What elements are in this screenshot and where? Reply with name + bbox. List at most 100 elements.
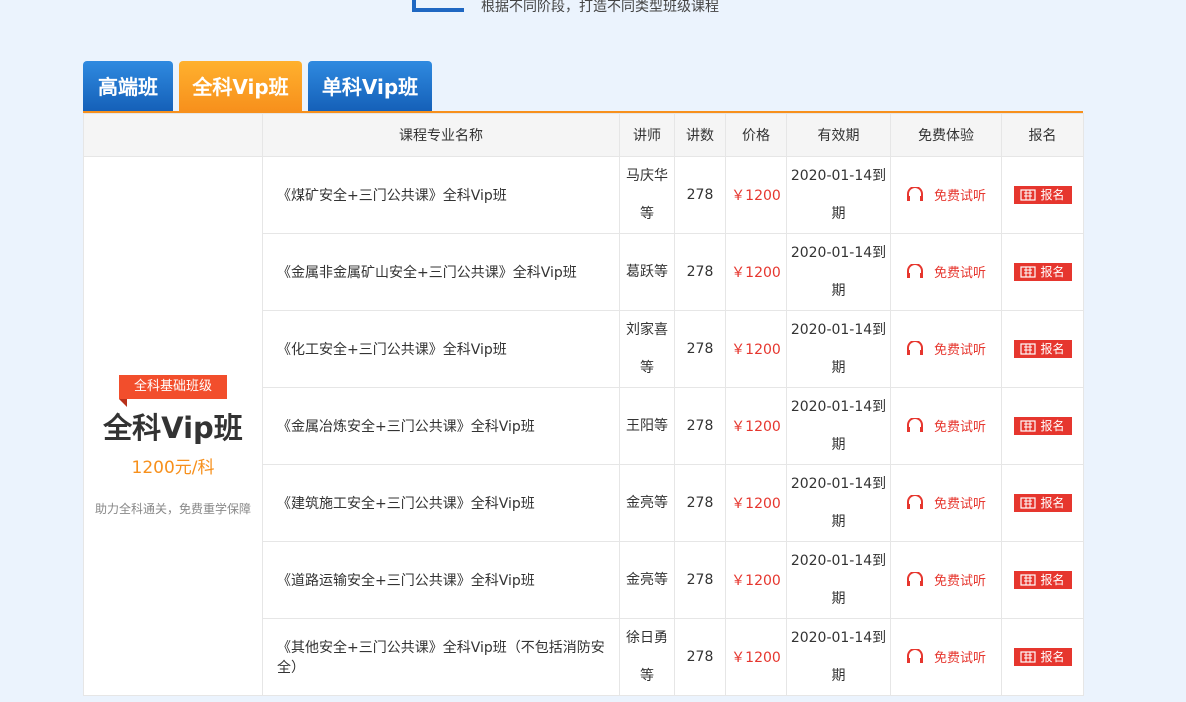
course-expiry: 2020-01-14到期 xyxy=(786,618,891,696)
tab-single-vip[interactable]: 单科Vip班 xyxy=(308,61,432,111)
header-lectures: 讲数 xyxy=(674,113,726,157)
enroll-label: 报名 xyxy=(1040,573,1065,587)
enroll-cell: 报名 xyxy=(1001,233,1084,311)
free-trial-label: 免费试听 xyxy=(933,650,986,666)
course-price: ￥1200 xyxy=(725,387,787,465)
headphones-icon xyxy=(906,495,923,510)
course-table-body: 全科基础班级 全科Vip班 1200元/科 助力全科通关，免费重学保障 《煤矿安… xyxy=(83,156,1084,696)
course-price: ￥1200 xyxy=(725,310,787,388)
enroll-cell: 报名 xyxy=(1001,464,1084,542)
course-price: ￥1200 xyxy=(725,233,787,311)
package-description: 助力全科通关，免费重学保障 xyxy=(94,502,251,516)
course-expiry: 2020-01-14到期 xyxy=(786,541,891,619)
tab-full-vip[interactable]: 全科Vip班 xyxy=(179,61,302,111)
register-icon xyxy=(1020,650,1037,663)
ribbon-fold xyxy=(118,399,127,407)
course-expiry: 2020-01-14到期 xyxy=(786,156,891,234)
course-name[interactable]: 《建筑施工安全+三门公共课》全科Vip班 xyxy=(262,464,620,542)
enroll-button[interactable]: 报名 xyxy=(1013,570,1072,589)
register-icon xyxy=(1020,342,1037,355)
enroll-button[interactable]: 报名 xyxy=(1013,647,1072,666)
free-trial-cell: 免费试听 xyxy=(890,310,1002,388)
course-name[interactable]: 《煤矿安全+三门公共课》全科Vip班 xyxy=(262,156,620,234)
header-free-trial: 免费体验 xyxy=(890,113,1002,157)
course-lectures: 278 xyxy=(674,233,726,311)
course-expiry: 2020-01-14到期 xyxy=(786,387,891,465)
tab-high-end[interactable]: 高端班 xyxy=(83,61,173,111)
course-table: 课程专业名称 讲师 讲数 价格 有效期 免费体验 报名 全科基础班级 全科Vip… xyxy=(83,113,1084,696)
enroll-cell: 报名 xyxy=(1001,310,1084,388)
header-price: 价格 xyxy=(725,113,787,157)
enroll-label: 报名 xyxy=(1040,419,1065,433)
headphones-icon xyxy=(906,418,923,433)
register-icon xyxy=(1020,573,1037,586)
course-teacher: 马庆华等 xyxy=(619,156,675,234)
course-teacher: 葛跃等 xyxy=(619,233,675,311)
course-name[interactable]: 《金属冶炼安全+三门公共课》全科Vip班 xyxy=(262,387,620,465)
course-name[interactable]: 《道路运输安全+三门公共课》全科Vip班 xyxy=(262,541,620,619)
course-expiry: 2020-01-14到期 xyxy=(786,310,891,388)
course-teacher: 徐日勇等 xyxy=(619,618,675,696)
header-expiry: 有效期 xyxy=(786,113,891,157)
course-name[interactable]: 《其他安全+三门公共课》全科Vip班（不包括消防安全） xyxy=(262,618,620,696)
enroll-button[interactable]: 报名 xyxy=(1013,339,1072,358)
free-trial-link[interactable]: 免费试听 xyxy=(906,647,986,666)
headphones-icon xyxy=(906,649,923,664)
enroll-button[interactable]: 报名 xyxy=(1013,416,1072,435)
enroll-label: 报名 xyxy=(1040,650,1065,664)
free-trial-label: 免费试听 xyxy=(933,342,986,358)
free-trial-link[interactable]: 免费试听 xyxy=(906,262,986,281)
course-expiry: 2020-01-14到期 xyxy=(786,464,891,542)
package-ribbon: 全科基础班级 xyxy=(118,375,227,407)
table-row: 全科基础班级 全科Vip班 1200元/科 助力全科通关，免费重学保障 《煤矿安… xyxy=(83,156,1084,696)
free-trial-link[interactable]: 免费试听 xyxy=(906,339,986,358)
free-trial-link[interactable]: 免费试听 xyxy=(906,493,986,512)
enroll-button[interactable]: 报名 xyxy=(1013,262,1072,281)
free-trial-link[interactable]: 免费试听 xyxy=(906,570,986,589)
header-decoration xyxy=(412,0,464,12)
enroll-button[interactable]: 报名 xyxy=(1013,185,1072,204)
register-icon xyxy=(1020,188,1037,201)
free-trial-label: 免费试听 xyxy=(933,496,986,512)
register-icon xyxy=(1020,419,1037,432)
header-course-name: 课程专业名称 xyxy=(262,113,620,157)
course-lectures: 278 xyxy=(674,541,726,619)
course-lectures: 278 xyxy=(674,387,726,465)
course-price: ￥1200 xyxy=(725,156,787,234)
enroll-cell: 报名 xyxy=(1001,541,1084,619)
free-trial-cell: 免费试听 xyxy=(890,541,1002,619)
enroll-cell: 报名 xyxy=(1001,156,1084,234)
free-trial-label: 免费试听 xyxy=(933,573,986,589)
table-header-row: 课程专业名称 讲师 讲数 价格 有效期 免费体验 报名 xyxy=(83,113,1084,157)
free-trial-link[interactable]: 免费试听 xyxy=(906,185,986,204)
package-summary: 全科基础班级 全科Vip班 1200元/科 助力全科通关，免费重学保障 xyxy=(83,156,263,696)
course-name[interactable]: 《金属非金属矿山安全+三门公共课》全科Vip班 xyxy=(262,233,620,311)
course-expiry: 2020-01-14到期 xyxy=(786,233,891,311)
free-trial-cell: 免费试听 xyxy=(890,387,1002,465)
free-trial-cell: 免费试听 xyxy=(890,156,1002,234)
headphones-icon xyxy=(906,264,923,279)
course-teacher: 王阳等 xyxy=(619,387,675,465)
package-title: 全科Vip班 xyxy=(103,411,243,445)
course-teacher: 金亮等 xyxy=(619,541,675,619)
enroll-label: 报名 xyxy=(1040,265,1065,279)
course-price: ￥1200 xyxy=(725,541,787,619)
course-lectures: 278 xyxy=(674,156,726,234)
enroll-button[interactable]: 报名 xyxy=(1013,493,1072,512)
free-trial-link[interactable]: 免费试听 xyxy=(906,416,986,435)
enroll-cell: 报名 xyxy=(1001,618,1084,696)
course-name[interactable]: 《化工安全+三门公共课》全科Vip班 xyxy=(262,310,620,388)
headphones-icon xyxy=(906,572,923,587)
register-icon xyxy=(1020,265,1037,278)
header-enroll: 报名 xyxy=(1001,113,1084,157)
course-price: ￥1200 xyxy=(725,618,787,696)
course-table-wrap: 课程专业名称 讲师 讲数 价格 有效期 免费体验 报名 全科基础班级 全科Vip… xyxy=(83,111,1084,696)
course-lectures: 278 xyxy=(674,618,726,696)
header-blank xyxy=(83,113,263,157)
enroll-label: 报名 xyxy=(1040,342,1065,356)
package-price: 1200元/科 xyxy=(131,458,215,478)
free-trial-cell: 免费试听 xyxy=(890,464,1002,542)
free-trial-label: 免费试听 xyxy=(933,265,986,281)
header-teacher: 讲师 xyxy=(619,113,675,157)
header-subtitle: 根据不同阶段，打造不同类型班级课程 xyxy=(481,0,719,15)
